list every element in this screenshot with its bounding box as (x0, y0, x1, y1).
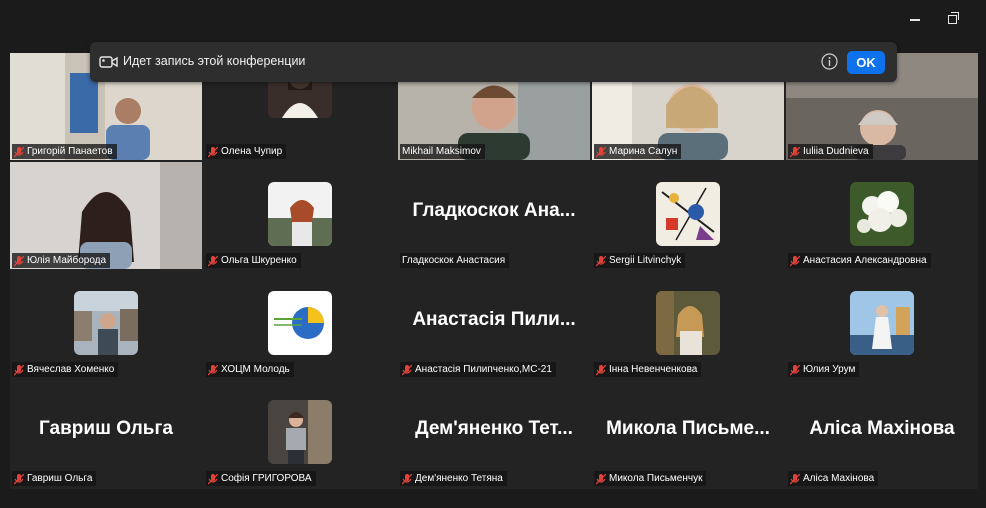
muted-mic-icon (790, 364, 800, 376)
muted-mic-icon (208, 473, 218, 485)
participant-name-label: Дем'яненко Тетяна (400, 471, 507, 486)
participant-name: Гавриш Ольга (27, 473, 93, 484)
muted-mic-icon (402, 364, 412, 376)
participant-name: ХОЦМ Молодь (221, 364, 290, 375)
ok-button[interactable]: OK (847, 51, 885, 74)
profile-photo (268, 399, 332, 464)
minimize-icon[interactable] (906, 8, 926, 28)
muted-mic-icon (14, 364, 24, 376)
participant-tile[interactable]: Юлия Урум (786, 271, 978, 378)
muted-mic-icon (14, 146, 24, 158)
participant-display-name: Гавриш Ольга (39, 418, 173, 439)
participant-display-name: Микола Письме... (606, 418, 770, 439)
participant-tile[interactable]: Ольга Шкуренко (204, 162, 396, 269)
participant-name: Iuliia Dudnieva (803, 146, 869, 157)
participant-name-label: Вячеслав Хоменко (12, 362, 119, 377)
participant-name: Ольга Шкуренко (221, 255, 297, 266)
participant-name: Інна Невенченкова (609, 364, 698, 375)
profile-photo (850, 290, 914, 355)
participant-name-label: Аліса Махінова (788, 471, 879, 486)
participant-name: Микола Письменчук (609, 473, 703, 484)
participant-name: Юлия Урум (803, 364, 856, 375)
participant-tile[interactable]: Інна Невенченкова (592, 271, 784, 378)
participant-name: Олена Чупир (221, 146, 283, 157)
participant-name: Марина Салун (609, 146, 678, 157)
participant-tile[interactable]: Анастасія Пили... Анастасія Пилипченко,М… (398, 271, 590, 378)
participant-name: Анастасія Пилипченко,МС-21 (415, 364, 552, 375)
participant-name-label: Гладкоскок Анастасия (400, 253, 510, 268)
participant-name-label: Юлия Урум (788, 362, 860, 377)
participant-name-label: Григорій Панаетов (12, 144, 117, 159)
participant-name-label: Юлія Майборода (12, 253, 111, 268)
muted-mic-icon (790, 146, 800, 158)
participant-name: Дем'яненко Тетяна (415, 473, 503, 484)
participant-tile[interactable]: Гладкоскок Ана... Гладкоскок Анастасия (398, 162, 590, 269)
participant-name-label: Анастасія Пилипченко,МС-21 (400, 362, 556, 377)
profile-photo (268, 181, 332, 246)
participant-name-label: Mikhail Maksimov (400, 144, 485, 159)
participant-name: Софія ГРИГОРОВА (221, 473, 312, 484)
participant-name-label: Анастасия Александровна (788, 253, 931, 268)
gallery-grid: Григорій Панаетов Олена Чупир Mikhail Ma… (10, 53, 978, 489)
participant-display-name: Гладкоскок Ана... (412, 200, 576, 221)
participant-name: Sergii Litvinchyk (609, 255, 682, 266)
participant-tile[interactable]: Аліса Махінова Аліса Махінова (786, 380, 978, 487)
participant-name-label: Олена Чупир (206, 144, 287, 159)
profile-photo (268, 290, 332, 355)
muted-mic-icon (208, 146, 218, 158)
muted-mic-icon (208, 255, 218, 267)
participant-name-label: Софія ГРИГОРОВА (206, 471, 316, 486)
participant-name-label: Sergii Litvinchyk (594, 253, 686, 268)
profile-photo (656, 290, 720, 355)
muted-mic-icon (14, 473, 24, 485)
recording-banner: Идет запись этой конференции OK (90, 42, 897, 82)
participant-tile[interactable]: Анастасия Александровна (786, 162, 978, 269)
participant-tile[interactable]: Микола Письме... Микола Письменчук (592, 380, 784, 487)
participant-name-label: ХОЦМ Молодь (206, 362, 294, 377)
participant-name: Mikhail Maksimov (402, 146, 481, 157)
participant-display-name: Аліса Махінова (809, 418, 955, 439)
participant-name-label: Марина Салун (594, 144, 682, 159)
participant-tile[interactable]: ХОЦМ Молодь (204, 271, 396, 378)
muted-mic-icon (596, 146, 606, 158)
participant-display-name: Дем'яненко Тет... (415, 418, 573, 439)
participant-tile[interactable]: Sergii Litvinchyk (592, 162, 784, 269)
muted-mic-icon (596, 364, 606, 376)
participant-name: Юлія Майборода (27, 255, 107, 266)
participant-tile[interactable]: Дем'яненко Тет... Дем'яненко Тетяна (398, 380, 590, 487)
muted-mic-icon (208, 364, 218, 376)
participant-display-name: Анастасія Пили... (412, 309, 576, 330)
muted-mic-icon (596, 473, 606, 485)
participant-name-label: Гавриш Ольга (12, 471, 97, 486)
profile-photo (74, 290, 138, 355)
info-icon[interactable] (821, 53, 838, 70)
participant-tile[interactable]: Вячеслав Хоменко (10, 271, 202, 378)
participant-name-label: Інна Невенченкова (594, 362, 702, 377)
profile-photo (656, 181, 720, 246)
participant-name-label: Iuliia Dudnieva (788, 144, 873, 159)
participant-name: Гладкоскок Анастасия (402, 255, 506, 266)
participant-name-label: Микола Письменчук (594, 471, 707, 486)
muted-mic-icon (790, 473, 800, 485)
participant-name: Анастасия Александровна (803, 255, 927, 266)
muted-mic-icon (402, 473, 412, 485)
participant-name: Григорій Панаетов (27, 146, 113, 157)
restore-icon[interactable] (944, 8, 964, 28)
muted-mic-icon (790, 255, 800, 267)
participant-name-label: Ольга Шкуренко (206, 253, 301, 268)
recording-camera-icon (99, 55, 119, 69)
participant-tile[interactable]: Гавриш Ольга Гавриш Ольга (10, 380, 202, 487)
muted-mic-icon (14, 255, 24, 267)
participant-name: Вячеслав Хоменко (27, 364, 115, 375)
participant-name: Аліса Махінова (803, 473, 875, 484)
muted-mic-icon (596, 255, 606, 267)
recording-banner-text: Идет запись этой конференции (123, 54, 306, 68)
profile-photo (850, 181, 914, 246)
participant-tile[interactable]: Софія ГРИГОРОВА (204, 380, 396, 487)
participant-tile[interactable]: Юлія Майборода (10, 162, 202, 269)
